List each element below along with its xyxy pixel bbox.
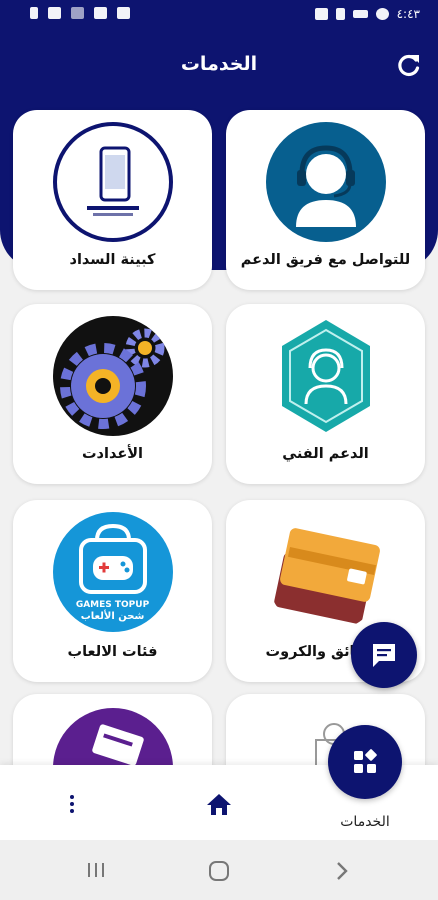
- notification-icon: [335, 8, 345, 20]
- wifi-icon: [94, 7, 107, 19]
- cards-icon: [265, 512, 386, 632]
- recent-apps-button[interactable]: [86, 862, 106, 878]
- more-options-button[interactable]: [60, 790, 84, 818]
- refresh-icon: [398, 54, 420, 77]
- settings-label: الأعدادت: [81, 446, 144, 462]
- signal-icon: [71, 7, 84, 19]
- services-nav-button[interactable]: الخدمات: [320, 725, 410, 837]
- back-button[interactable]: [334, 860, 350, 882]
- payment-kiosk-card[interactable]: كبينة السداد: [13, 110, 212, 290]
- settings-card[interactable]: الأعدادت: [13, 304, 212, 484]
- technical-support-icon: [265, 316, 386, 436]
- system-nav-bar: [0, 840, 438, 900]
- support-team-card[interactable]: للتواصل مع فريق الدعم: [226, 110, 425, 290]
- home-system-button[interactable]: [208, 860, 230, 882]
- signal-icon: [48, 7, 61, 19]
- games-topup-icon: GAMES TOPUP شحن الألعاب: [52, 512, 173, 632]
- payment-kiosk-logo: [52, 122, 173, 242]
- status-time: ٤:٤٣: [396, 7, 420, 21]
- status-bar: ٤:٤٣: [0, 0, 438, 30]
- alarm-icon: [117, 7, 130, 19]
- refresh-button[interactable]: [394, 50, 424, 80]
- home-icon: [207, 794, 231, 815]
- dot: [70, 809, 74, 813]
- page-title: الخدمات: [180, 53, 258, 75]
- chat-icon: [373, 644, 395, 667]
- home-button[interactable]: [205, 790, 233, 818]
- recent-apps-icon: [88, 863, 104, 877]
- whatsapp-icon: [375, 8, 389, 20]
- settings-gears-icon: [52, 316, 173, 436]
- game-categories-card[interactable]: GAMES TOPUP شحن الألعاب فئات الالعاب: [13, 500, 212, 682]
- technical-support-card[interactable]: الدعم الفني: [226, 304, 425, 484]
- home-circle-icon: [209, 861, 229, 881]
- technical-support-label: الدعم الفني: [282, 446, 369, 462]
- payment-kiosk-label: كبينة السداد: [69, 252, 156, 268]
- game-categories-label: فئات الالعاب: [67, 644, 158, 660]
- dot: [70, 802, 74, 806]
- flag-icon: [352, 10, 368, 18]
- services-grid-icon: [354, 749, 377, 773]
- games-topup-logo-text-ar: شحن الألعاب: [80, 611, 145, 622]
- gallery-icon: [314, 8, 328, 20]
- back-chevron-icon: [337, 862, 348, 880]
- games-topup-logo-text: GAMES TOPUP: [75, 600, 150, 610]
- headset-support-icon: [265, 122, 386, 242]
- chat-button[interactable]: [351, 622, 417, 688]
- services-nav-label: الخدمات: [340, 814, 390, 830]
- services-bubble: [328, 725, 402, 799]
- battery-icon: [30, 7, 38, 19]
- dot: [70, 795, 74, 799]
- support-team-label: للتواصل مع فريق الدعم: [240, 252, 411, 268]
